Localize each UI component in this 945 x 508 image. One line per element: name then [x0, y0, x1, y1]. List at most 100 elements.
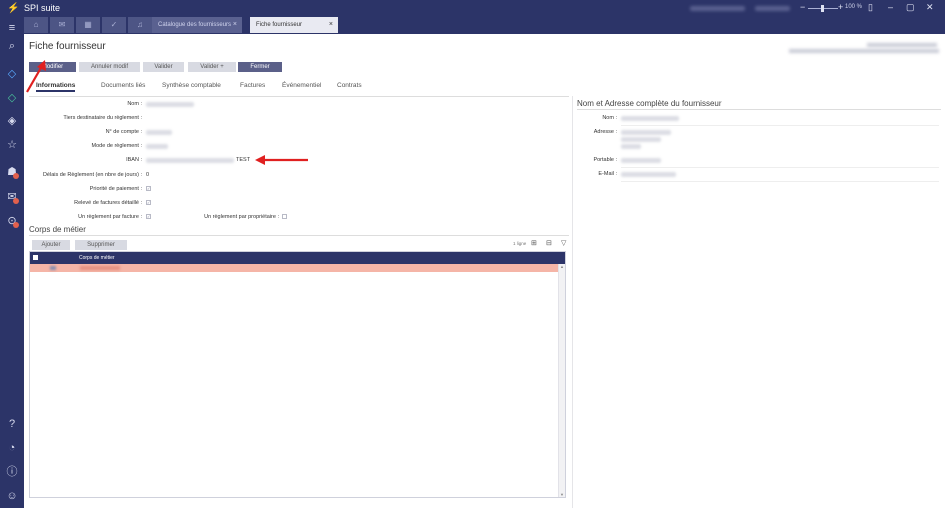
subtabs: Informations Documents liés Synthèse com…	[24, 82, 572, 96]
filter-icon[interactable]: ▽	[561, 239, 566, 247]
tab-factures[interactable]: Factures	[240, 82, 265, 89]
delais-value: 0	[146, 172, 150, 178]
mode-reglement-label: Mode de règlement :	[91, 143, 142, 149]
search-icon[interactable]: ⌕	[0, 39, 24, 53]
un-reglement-prop-label: Un règlement par propriétaire :	[204, 214, 279, 220]
star-icon[interactable]: ☆	[0, 138, 24, 152]
mail-badge	[13, 198, 19, 204]
tabs-divider	[29, 96, 569, 97]
delais-label: Délais de Règlement (en nbre de jours) :	[42, 172, 142, 178]
excel-export-icon[interactable]: ⊞	[531, 239, 537, 247]
tasks-icon[interactable]: ⊙	[0, 214, 24, 228]
num-compte-label: N° de compte :	[105, 129, 142, 135]
info-icon[interactable]: ⓘ	[0, 465, 24, 479]
address-title: Nom et Adresse complète du fournisseur	[577, 99, 722, 108]
zoom-slider-thumb[interactable]	[821, 5, 824, 12]
row-icon	[50, 266, 56, 270]
chevron-left-icon[interactable]: ◇	[0, 67, 24, 81]
addr-portable-label: Portable :	[593, 157, 617, 163]
mode-reglement-value	[146, 144, 168, 149]
annotation-arrow-modifier	[26, 60, 46, 93]
table-row[interactable]	[30, 264, 565, 272]
grid-header: Corps de métier	[30, 252, 565, 264]
priorite-label: Priorité de paiement :	[89, 186, 142, 192]
corps-divider	[29, 235, 569, 236]
zoom-in-icon[interactable]: +	[838, 2, 843, 12]
maximize-icon[interactable]: ▢	[906, 2, 915, 13]
releve-label: Relevé de factures détaillé :	[74, 200, 142, 206]
supprimer-button[interactable]: Supprimer	[75, 240, 127, 250]
corps-metier-title: Corps de métier	[29, 225, 86, 234]
scroll-up-icon[interactable]: ▲	[560, 264, 564, 269]
addr-nom-value	[621, 116, 679, 121]
addr-portable-field[interactable]	[621, 167, 939, 168]
addr-line-2	[621, 137, 661, 142]
un-reglement-checkbox[interactable]: ✓	[146, 214, 151, 219]
tab-fiche-fournisseur[interactable]: Fiche fournisseur ×	[250, 17, 338, 33]
tab-label: Catalogue des fournisseurs	[158, 22, 232, 28]
calendar-icon[interactable]: ▦	[76, 17, 100, 33]
tab-catalogue-fournisseurs[interactable]: Catalogue des fournisseurs ×	[152, 17, 242, 33]
corps-metier-grid: Corps de métier ▲ ▼	[29, 251, 566, 498]
fermer-button[interactable]: Fermer	[238, 62, 282, 72]
diamond-icon[interactable]: ◈	[0, 114, 24, 128]
user-icon[interactable]: ☺	[0, 489, 24, 503]
tab-synthese-comptable[interactable]: Synthèse comptable	[162, 82, 221, 89]
bell-icon[interactable]: ♫	[128, 17, 152, 33]
minimize-icon[interactable]: –	[888, 2, 893, 12]
menu-icon[interactable]: ≡	[0, 21, 24, 35]
close-icon[interactable]: ✕	[926, 2, 934, 13]
home-icon[interactable]: ⌂	[24, 17, 48, 33]
support-icon[interactable]: ◔	[0, 441, 24, 455]
notification-badge	[13, 173, 19, 179]
nom-label: Nom :	[127, 101, 142, 107]
user-info	[690, 6, 745, 11]
valider-plus-button[interactable]: Valider +	[188, 62, 236, 72]
title-bar: ⚡ SPI suite − + 100 % ▯ – ▢ ✕	[0, 0, 945, 17]
date-info	[755, 6, 790, 11]
iban-suffix: TEST	[236, 157, 251, 163]
mail-icon[interactable]: ✉	[0, 190, 24, 204]
addr-email-value	[621, 172, 676, 177]
chevron-right-icon[interactable]: ◇	[0, 91, 24, 105]
tab-close-icon[interactable]: ×	[233, 17, 237, 33]
header-info	[867, 43, 937, 47]
tab-contrats[interactable]: Contrats	[337, 82, 362, 89]
notification-icon[interactable]: ☗	[0, 165, 24, 179]
iban-label: IBAN :	[126, 157, 142, 163]
addr-line-1	[621, 130, 671, 135]
spi-logo-icon: ⚡	[7, 3, 20, 14]
priorite-checkbox[interactable]: ✓	[146, 186, 151, 191]
ajouter-button[interactable]: Ajouter	[32, 240, 70, 250]
check-icon[interactable]: ✓	[102, 17, 126, 33]
tab-evenementiel[interactable]: Événementiel	[282, 82, 321, 89]
document-icon[interactable]: ▯	[868, 2, 873, 13]
row-value	[80, 266, 120, 270]
app-title: SPI suite	[24, 3, 61, 13]
valider-button[interactable]: Valider	[143, 62, 184, 72]
tab-documents-lies[interactable]: Documents liés	[101, 82, 145, 89]
main-panel: Fiche fournisseur Modifier Annuler modif…	[24, 34, 945, 508]
releve-checkbox[interactable]: ✓	[146, 200, 151, 205]
iban-value	[146, 158, 234, 163]
scroll-down-icon[interactable]: ▼	[560, 492, 564, 497]
address-divider	[577, 109, 941, 110]
mail-tab-icon[interactable]: ✉	[50, 17, 74, 33]
tab-close-icon[interactable]: ×	[329, 17, 333, 33]
panel-divider	[572, 96, 573, 508]
addr-email-label: E-Mail :	[598, 171, 617, 177]
zoom-out-icon[interactable]: −	[800, 2, 805, 12]
un-reglement-prop-checkbox[interactable]	[282, 214, 287, 219]
addr-email-field[interactable]	[621, 181, 939, 182]
select-all-checkbox[interactable]	[33, 255, 38, 260]
tasks-badge	[13, 222, 19, 228]
grid-scrollbar[interactable]: ▲ ▼	[558, 264, 565, 497]
col-corps-metier[interactable]: Corps de métier	[79, 252, 115, 264]
column-chooser-icon[interactable]: ⊟	[546, 239, 552, 247]
help-icon[interactable]: ?	[0, 417, 24, 431]
header-subinfo	[789, 49, 939, 53]
addr-nom-field[interactable]	[621, 125, 939, 126]
addr-portable-value	[621, 158, 661, 163]
annuler-modif-button[interactable]: Annuler modif	[79, 62, 140, 72]
zoom-level: 100 %	[845, 4, 863, 10]
